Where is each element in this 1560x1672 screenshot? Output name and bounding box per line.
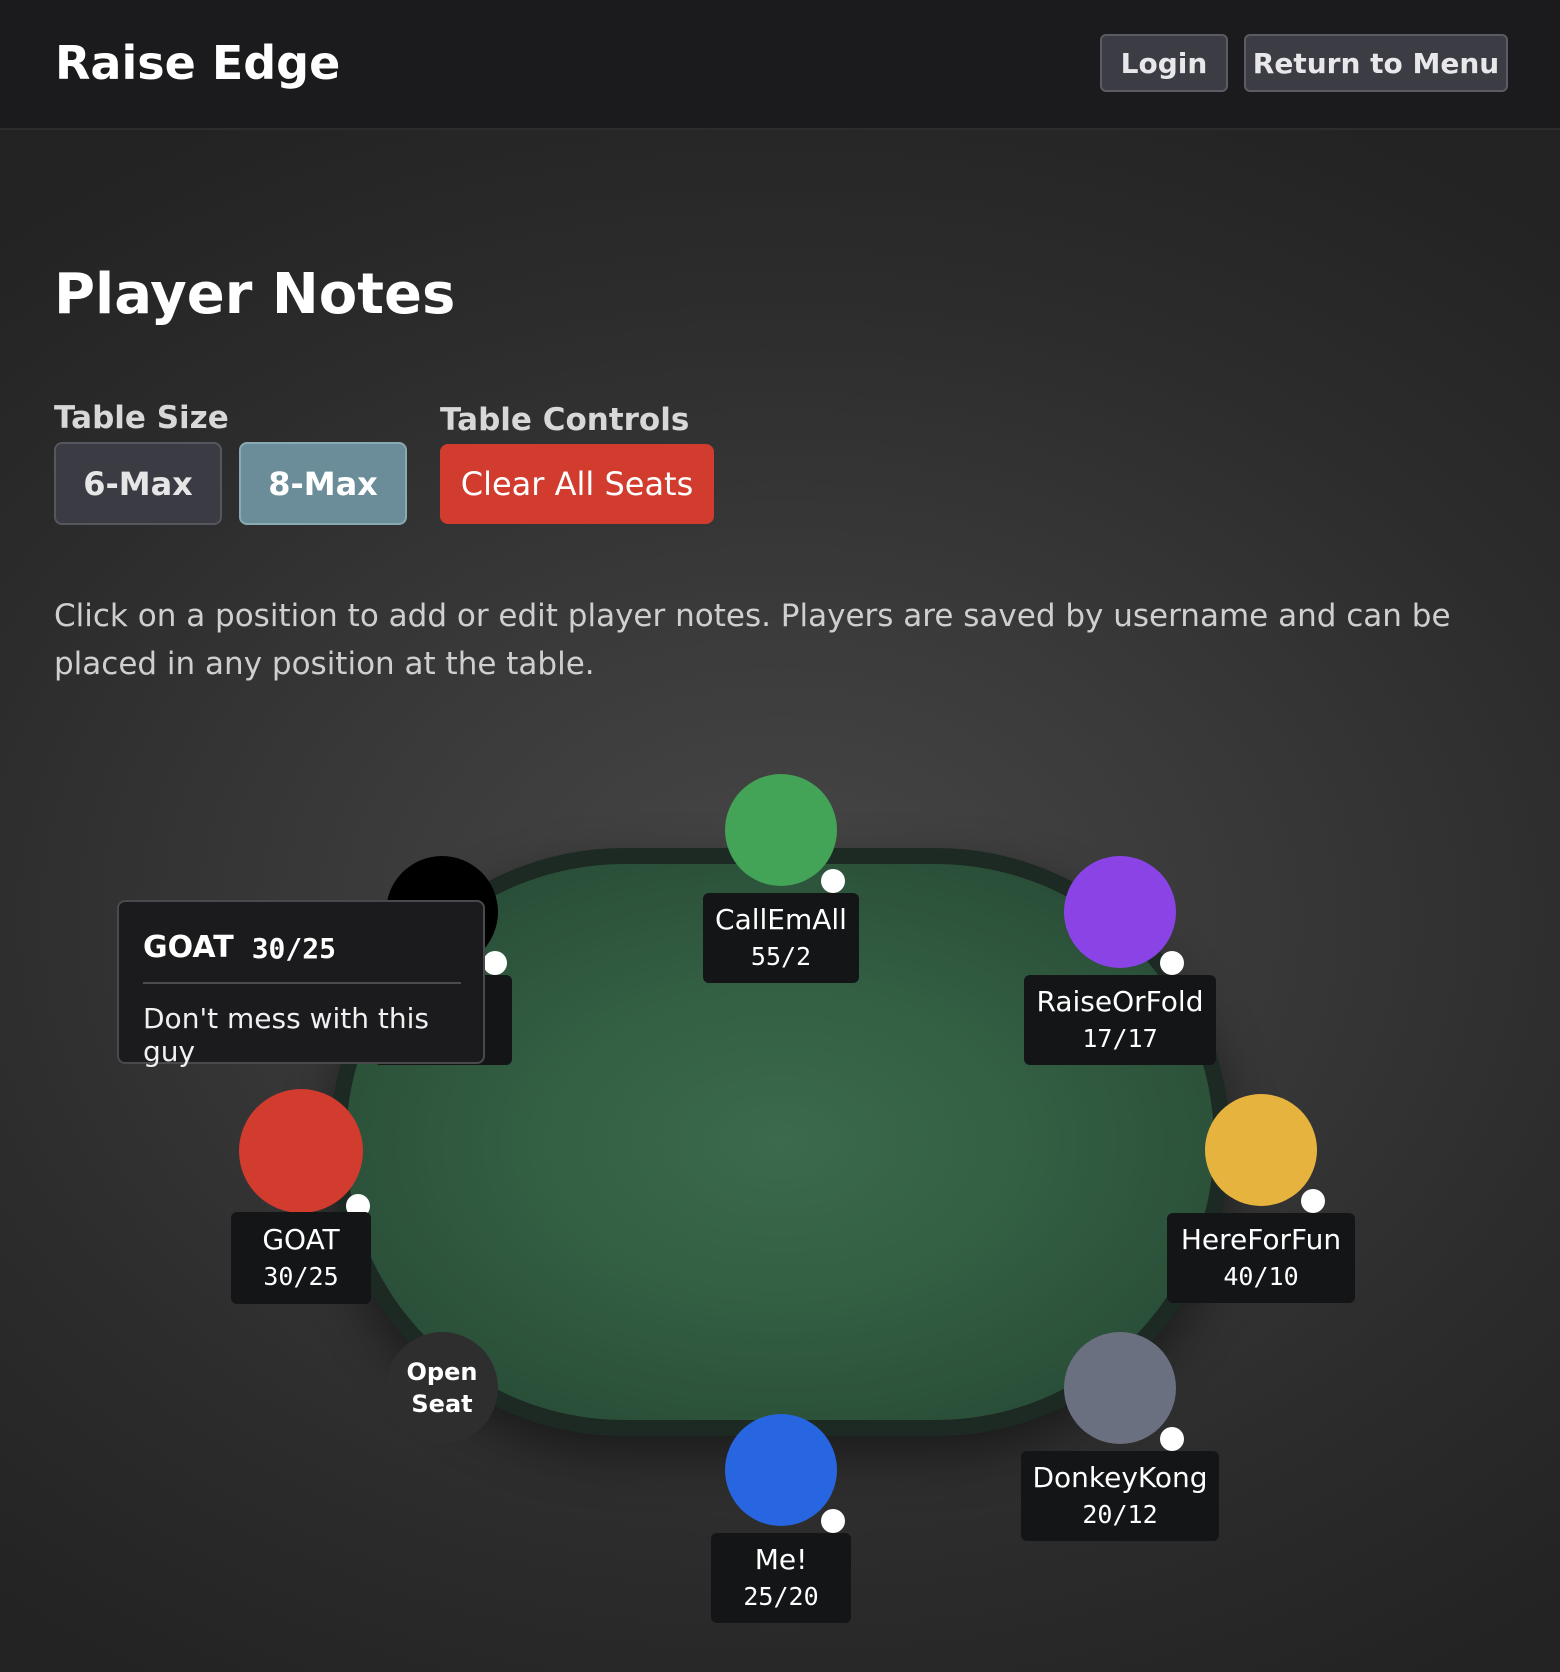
clear-all-seats-button[interactable]: Clear All Seats	[440, 444, 714, 524]
player-plate[interactable]: RaiseOrFold 17/17	[1024, 975, 1216, 1065]
dealer-dot	[1160, 1427, 1184, 1451]
player-name: DonkeyKong	[1032, 1461, 1208, 1494]
player-avatar[interactable]	[1064, 1332, 1176, 1444]
dealer-dot	[821, 1509, 845, 1533]
return-to-menu-button[interactable]: Return to Menu	[1244, 34, 1508, 92]
player-plate[interactable]: GOAT 30/25	[231, 1212, 371, 1304]
dealer-dot	[821, 869, 845, 893]
player-avatar[interactable]	[1064, 856, 1176, 968]
open-seat-button[interactable]: Open Seat	[386, 1332, 498, 1444]
login-button[interactable]: Login	[1100, 34, 1228, 92]
tooltip-header: GOAT 30/25	[143, 930, 461, 984]
tooltip-note-text: Don't mess with this guy	[143, 1002, 429, 1068]
dealer-dot	[1301, 1189, 1325, 1213]
player-note-tooltip: GOAT 30/25 Don't mess with this guy	[117, 900, 485, 1068]
tooltip-player-stats: 30/25	[251, 932, 336, 965]
tooltip-player-name: GOAT	[143, 930, 234, 965]
player-stats: 17/17	[1082, 1024, 1158, 1053]
player-plate[interactable]: DonkeyKong 20/12	[1021, 1451, 1219, 1541]
player-stats: 55/2	[750, 942, 812, 971]
player-avatar[interactable]	[239, 1089, 363, 1213]
page-title: Player Notes	[54, 262, 456, 327]
table-controls-label: Table Controls	[440, 402, 690, 438]
player-name: Me!	[754, 1543, 808, 1576]
player-plate[interactable]: CallEmAll 55/2	[703, 893, 859, 983]
eight-max-button[interactable]: 8-Max	[239, 442, 407, 525]
player-name: HereForFun	[1180, 1223, 1342, 1256]
player-avatar[interactable]	[1205, 1094, 1317, 1206]
player-plate[interactable]: HereForFun 40/10	[1167, 1213, 1355, 1303]
player-name: RaiseOrFold	[1036, 985, 1204, 1018]
table-size-label: Table Size	[54, 400, 229, 436]
open-seat-label: Open Seat	[406, 1358, 478, 1418]
dealer-dot	[1160, 951, 1184, 975]
instructions-text: Click on a position to add or edit playe…	[54, 598, 1451, 682]
player-stats: 25/20	[743, 1582, 819, 1611]
player-name: CallEmAll	[715, 903, 847, 936]
player-stats: 30/25	[263, 1262, 339, 1291]
six-max-button[interactable]: 6-Max	[54, 442, 222, 525]
player-avatar[interactable]	[725, 774, 837, 886]
dealer-dot	[483, 951, 507, 975]
player-name: GOAT	[262, 1223, 340, 1256]
player-avatar[interactable]	[725, 1414, 837, 1526]
player-stats: 20/12	[1082, 1500, 1158, 1529]
brand-logo[interactable]: Raise Edge	[55, 36, 340, 90]
player-plate[interactable]: Me! 25/20	[711, 1533, 851, 1623]
top-bar: Raise Edge Login Return to Menu	[0, 0, 1560, 130]
player-stats: 40/10	[1223, 1262, 1299, 1291]
